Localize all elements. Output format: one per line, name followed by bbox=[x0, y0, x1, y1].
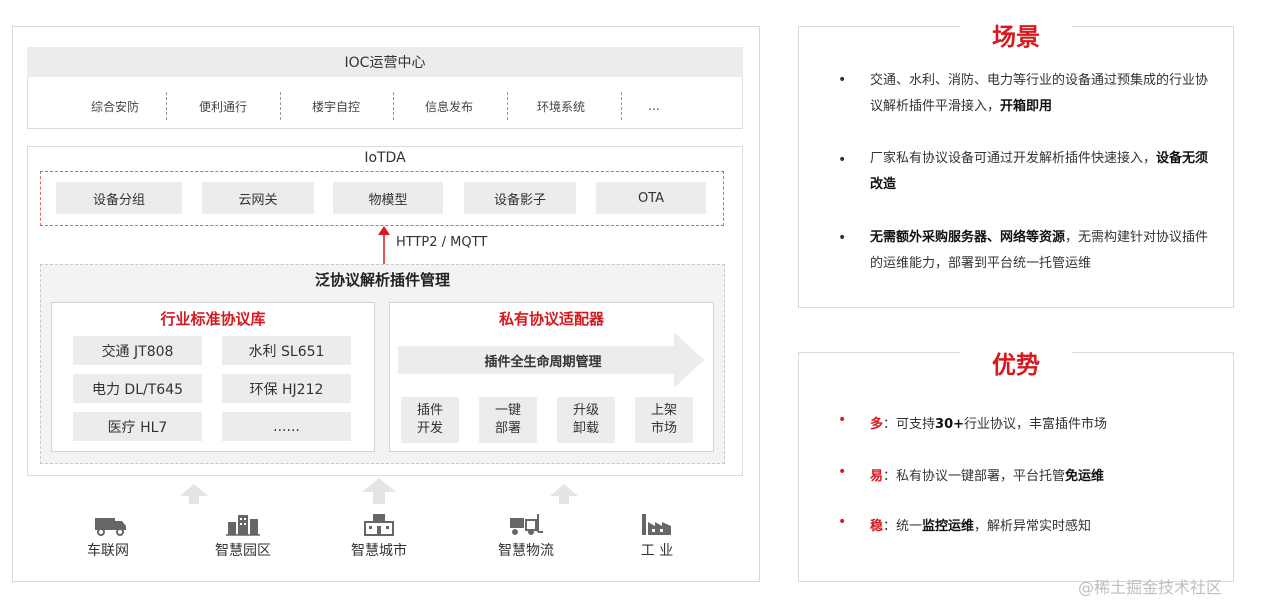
scene-bullet: 无需额外采购服务器、网络等资源，无需构建针对协议插件的运维能力，部署到平台统一托… bbox=[870, 225, 1210, 277]
industry-label: 智慧园区 bbox=[215, 543, 271, 559]
advantage-emphasis: 免运维 bbox=[1065, 469, 1105, 484]
advantage-item: 稳：统一监控运维，解析异常实时感知 bbox=[870, 515, 1091, 534]
building-icon bbox=[226, 515, 260, 536]
city-icon bbox=[364, 514, 394, 536]
advantage-item: 多：可支持30+行业协议，丰富插件市场 bbox=[870, 413, 1107, 432]
lifecycle-step: 升级 卸载 bbox=[557, 397, 615, 443]
advantage-key: 多 bbox=[870, 417, 884, 432]
ioc-item: 便利通行 bbox=[198, 99, 247, 114]
lifecycle-step: 插件 开发 bbox=[401, 397, 459, 443]
step-line: 上架 bbox=[650, 403, 677, 418]
bullet-emphasis: 开箱即用 bbox=[1000, 99, 1053, 114]
advantage-emphasis: 30+ bbox=[935, 417, 965, 432]
advantage-emphasis: 监控运维 bbox=[922, 519, 975, 534]
ioc-item: 综合安防 bbox=[90, 99, 139, 114]
protocol-item: 电力 DL/T645 bbox=[73, 374, 202, 403]
bullet-icon: • bbox=[838, 72, 847, 88]
scene-bullet: 厂家私有协议设备可通过开发解析插件快速接入，设备无须改造 bbox=[870, 146, 1210, 198]
advantage-text: 行业协议，丰富插件市场 bbox=[964, 417, 1108, 432]
protocol-item: 交通 JT808 bbox=[73, 336, 202, 365]
ioc-item: 环境系统 bbox=[536, 99, 585, 114]
advantage-key: 易 bbox=[870, 469, 884, 484]
factory-icon bbox=[642, 514, 671, 535]
iotda-feature: 物模型 bbox=[333, 182, 443, 214]
bullet-icon: • bbox=[838, 230, 847, 246]
step-line: 插件 bbox=[416, 403, 443, 418]
divider bbox=[166, 92, 167, 120]
up-arrow-icon bbox=[180, 484, 208, 504]
iotda-feature: 云网关 bbox=[202, 182, 314, 214]
step-line: 部署 bbox=[494, 421, 521, 436]
scene-title: 场景 bbox=[992, 22, 1040, 51]
bullet-icon: • bbox=[838, 412, 847, 428]
industry-label: 智慧物流 bbox=[498, 543, 554, 559]
step-line: 开发 bbox=[416, 421, 443, 436]
iotda-feature: 设备分组 bbox=[56, 182, 182, 214]
up-arrow-icon bbox=[550, 484, 578, 504]
standard-protocol-title: 行业标准协议库 bbox=[160, 309, 266, 328]
step-line: 一键 bbox=[494, 403, 521, 418]
bullet-text: 厂家私有协议设备可通过开发解析插件快速接入， bbox=[870, 151, 1157, 166]
iotda-feature: OTA bbox=[596, 182, 706, 214]
advantage-key: 稳 bbox=[870, 519, 884, 534]
ioc-item: 信息发布 bbox=[424, 99, 473, 114]
plugin-management-title: 泛协议解析插件管理 bbox=[314, 270, 450, 289]
protocol-item: 水利 SL651 bbox=[222, 336, 351, 365]
bullet-icon: • bbox=[838, 514, 847, 530]
lifecycle-label: 插件全生命周期管理 bbox=[484, 354, 602, 370]
iotda-feature: 设备影子 bbox=[464, 182, 576, 214]
step-line: 升级 bbox=[572, 403, 599, 418]
truck-icon bbox=[95, 518, 126, 536]
advantage-item: 易：私有协议一键部署，平台托管免运维 bbox=[870, 465, 1104, 484]
ioc-item: 楼宇自控 bbox=[311, 99, 360, 114]
bullet-emphasis: 无需额外采购服务器、网络等资源 bbox=[870, 230, 1066, 245]
step-line: 市场 bbox=[650, 421, 677, 436]
step-line: 卸载 bbox=[572, 421, 599, 436]
bullet-icon: • bbox=[838, 464, 847, 480]
industry-label: 车联网 bbox=[87, 543, 129, 559]
industry-label: 智慧城市 bbox=[351, 543, 407, 559]
scene-bullet: 交通、水利、消防、电力等行业的设备通过预集成的行业协议解析插件平滑接入，开箱即用 bbox=[870, 68, 1210, 120]
ioc-title: IOC运营中心 bbox=[27, 47, 743, 77]
up-arrow-icon bbox=[362, 478, 396, 504]
up-arrow-icon bbox=[378, 226, 390, 266]
advantage-text: ：统一 bbox=[883, 519, 923, 534]
advantage-text: ，解析异常实时感知 bbox=[974, 519, 1092, 534]
private-protocol-title: 私有协议适配器 bbox=[498, 309, 604, 328]
forklift-icon bbox=[510, 514, 543, 535]
lifecycle-step: 上架 市场 bbox=[635, 397, 693, 443]
protocol-item: ...... bbox=[222, 412, 351, 441]
protocol-label: HTTP2 / MQTT bbox=[396, 235, 488, 250]
protocol-item: 环保 HJ212 bbox=[222, 374, 351, 403]
industry-label: 工 业 bbox=[640, 543, 674, 559]
advantage-text: ：可支持 bbox=[883, 417, 936, 432]
watermark: @稀土掘金技术社区 bbox=[1078, 578, 1223, 597]
protocol-item: 医疗 HL7 bbox=[73, 412, 202, 441]
bullet-icon: • bbox=[838, 152, 847, 168]
lifecycle-step: 一键 部署 bbox=[479, 397, 537, 443]
advantages-title: 优势 bbox=[992, 350, 1040, 379]
iotda-title: IoTDA bbox=[364, 150, 406, 166]
advantage-text: ：私有协议一键部署，平台托管 bbox=[883, 469, 1066, 484]
ioc-item: ... bbox=[648, 99, 660, 113]
